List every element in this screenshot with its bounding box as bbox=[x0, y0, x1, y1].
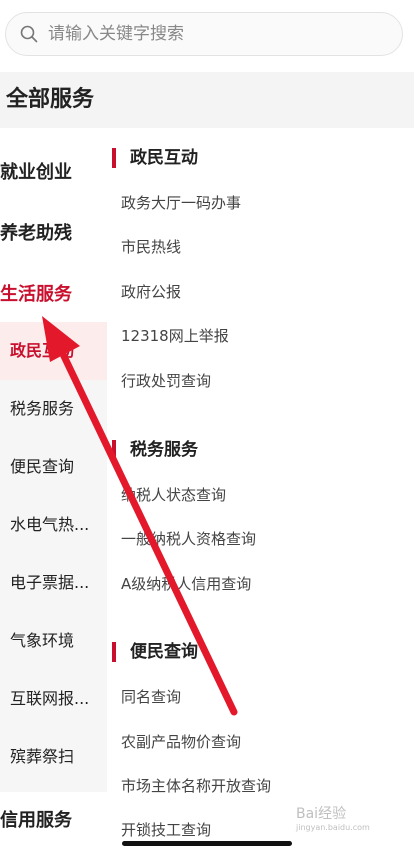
service-link[interactable]: 12318网上举报 bbox=[121, 325, 229, 346]
category-item-employment[interactable]: 就业创业 bbox=[0, 158, 72, 184]
subcategory-list: 政民互动 税务服务 便民查询 水电气热... 电子票据... 气象环境 互联网报… bbox=[0, 322, 107, 792]
service-link[interactable]: 农副产品物价查询 bbox=[121, 731, 241, 752]
subcategory-item-funeral[interactable]: 殡葬祭扫 bbox=[0, 728, 107, 786]
search-input[interactable] bbox=[46, 23, 370, 45]
search-bar bbox=[0, 0, 414, 70]
subcategory-item-utilities[interactable]: 水电气热... bbox=[0, 496, 107, 554]
service-link[interactable]: 政府公报 bbox=[121, 281, 181, 302]
service-link[interactable]: 同名查询 bbox=[121, 686, 181, 707]
group-title-gov-interaction: 政民互动 bbox=[112, 148, 198, 168]
subcategory-item-convenience[interactable]: 便民查询 bbox=[0, 438, 107, 496]
subcategory-item-gov-interaction[interactable]: 政民互动 bbox=[0, 322, 107, 380]
category-item-elderly-care[interactable]: 养老助残 bbox=[0, 219, 72, 245]
service-link[interactable]: A级纳税人信用查询 bbox=[121, 573, 251, 594]
service-link[interactable]: 一般纳税人资格查询 bbox=[121, 528, 256, 549]
group-title-tax: 税务服务 bbox=[112, 440, 198, 460]
watermark-main: Bai经验 bbox=[296, 806, 347, 822]
service-link[interactable]: 行政处罚查询 bbox=[121, 370, 211, 391]
home-indicator bbox=[122, 841, 292, 846]
watermark-sub: jingyan.baidu.com bbox=[296, 823, 370, 832]
category-item-credit[interactable]: 信用服务 bbox=[0, 806, 72, 832]
subcategory-item-e-invoice[interactable]: 电子票据... bbox=[0, 554, 107, 612]
section-title: 全部服务 bbox=[0, 72, 414, 128]
category-item-life-services[interactable]: 生活服务 bbox=[0, 280, 72, 306]
subcategory-item-tax[interactable]: 税务服务 bbox=[0, 380, 107, 438]
service-link[interactable]: 政务大厅一码办事 bbox=[121, 192, 241, 213]
subcategory-item-weather[interactable]: 气象环境 bbox=[0, 612, 107, 670]
subcategory-item-internet-report[interactable]: 互联网报... bbox=[0, 670, 107, 728]
service-link[interactable]: 纳税人状态查询 bbox=[121, 484, 226, 505]
group-title-convenience: 便民查询 bbox=[112, 642, 198, 662]
service-link[interactable]: 市场主体名称开放查询 bbox=[121, 775, 271, 796]
search-icon bbox=[20, 25, 38, 43]
service-link[interactable]: 开锁技工查询 bbox=[121, 819, 211, 840]
search-box[interactable] bbox=[5, 12, 403, 56]
service-link[interactable]: 市民热线 bbox=[121, 236, 181, 257]
watermark: Bai经验 jingyan.baidu.com bbox=[296, 803, 370, 832]
